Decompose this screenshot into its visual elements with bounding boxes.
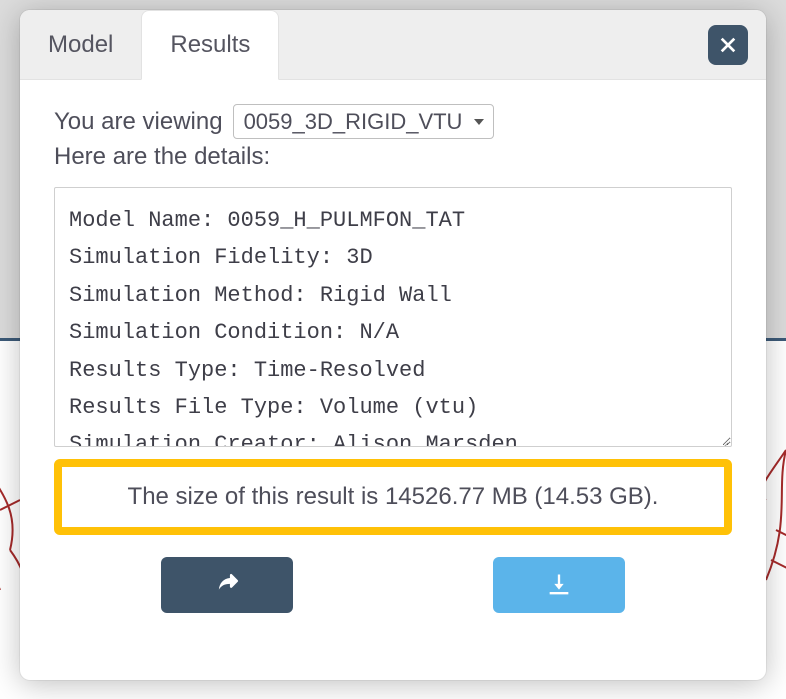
share-icon <box>213 571 241 599</box>
result-select-wrap: 0059_3D_RIGID_VTU <box>233 104 494 139</box>
viewing-prefix: You are viewing <box>54 108 223 136</box>
results-modal: Model Results You are viewing 0059_3D_RI… <box>20 10 766 680</box>
modal-content: You are viewing 0059_3D_RIGID_VTU Here a… <box>20 80 766 680</box>
close-icon <box>719 36 737 54</box>
share-button[interactable] <box>161 557 293 613</box>
result-detail-line: Simulation Fidelity: 3D <box>69 239 711 276</box>
result-detail-line: Simulation Creator: Alison Marsden <box>69 426 711 446</box>
result-detail-line: Simulation Method: Rigid Wall <box>69 277 711 314</box>
tab-results[interactable]: Results <box>141 10 279 80</box>
resize-grip-icon <box>715 430 729 444</box>
download-button[interactable] <box>493 557 625 613</box>
result-details-scroll[interactable]: Model Name: 0059_H_PULMFON_TATSimulation… <box>69 202 717 446</box>
tab-bar: Model Results <box>20 10 766 80</box>
result-detail-line: Simulation Condition: N/A <box>69 314 711 351</box>
close-button[interactable] <box>708 25 748 65</box>
result-detail-line: Model Name: 0059_H_PULMFON_TAT <box>69 202 711 239</box>
result-detail-line: Results Type: Time-Resolved <box>69 352 711 389</box>
result-detail-line: Results File Type: Volume (vtu) <box>69 389 711 426</box>
details-heading: Here are the details: <box>54 143 732 171</box>
tab-model[interactable]: Model <box>20 10 141 79</box>
result-size-notice: The size of this result is 14526.77 MB (… <box>54 459 732 535</box>
viewing-row: You are viewing 0059_3D_RIGID_VTU <box>54 104 732 139</box>
download-icon <box>545 571 573 599</box>
action-button-row <box>54 553 732 633</box>
result-details-box[interactable]: Model Name: 0059_H_PULMFON_TATSimulation… <box>54 187 732 447</box>
result-select[interactable]: 0059_3D_RIGID_VTU <box>233 104 494 139</box>
